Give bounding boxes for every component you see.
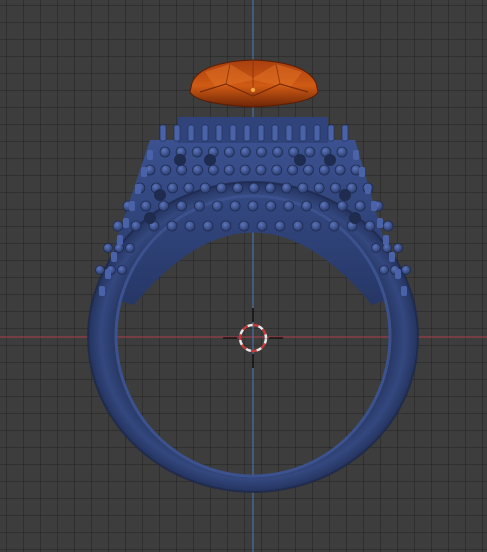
- object-origin-dot: [250, 87, 256, 93]
- 3d-viewport[interactable]: [0, 0, 487, 552]
- viewport-scene: [0, 0, 487, 552]
- gemstone: [189, 59, 319, 108]
